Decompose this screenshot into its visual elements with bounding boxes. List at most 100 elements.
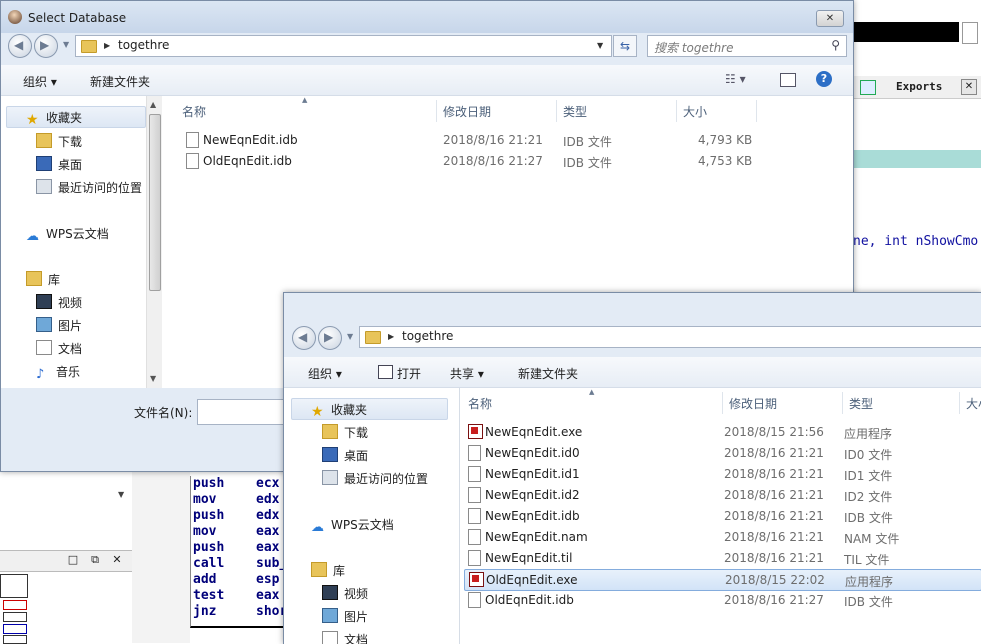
column-header-modified[interactable]: 修改日期 [443, 103, 491, 120]
forward-arrow-icon: ▶ [40, 38, 50, 52]
nav-item-recent[interactable]: 最近访问的位置 [322, 470, 428, 487]
nav-item-pictures[interactable]: 图片 [322, 608, 368, 625]
column-divider[interactable] [556, 100, 557, 122]
search-input[interactable]: 搜索 togethre ⚲ [647, 35, 847, 57]
search-icon[interactable]: ⚲ [831, 38, 840, 52]
exe-file-icon [468, 424, 483, 439]
nav-item-recent[interactable]: 最近访问的位置 [36, 179, 142, 196]
new-folder-button[interactable]: 新建文件夹 [518, 365, 578, 382]
folder-icon [81, 40, 97, 53]
nav-item-videos[interactable]: 视频 [322, 585, 368, 602]
file-row[interactable]: OldEqnEdit.idb 2018/8/16 21:27 IDB 文件 [464, 590, 980, 610]
float-icon[interactable]: ⧉ [88, 553, 102, 567]
preview-pane-icon[interactable] [780, 73, 796, 87]
address-bar[interactable]: ▶ togethre ▼ [75, 35, 612, 57]
nav-item-videos[interactable]: 视频 [36, 294, 82, 311]
file-row[interactable]: NewEqnEdit.til 2018/8/16 21:21 TIL 文件 [464, 548, 980, 568]
file-row[interactable]: NewEqnEdit.idb 2018/8/16 21:21 IDB 文件 4,… [182, 130, 762, 150]
column-divider[interactable] [436, 100, 437, 122]
exports-tab[interactable]: Exports [896, 80, 942, 93]
column-header-type[interactable]: 类型 [849, 395, 873, 412]
cloud-icon: ☁ [311, 520, 324, 535]
file-row[interactable]: NewEqnEdit.id2 2018/8/16 21:21 ID2 文件 [464, 485, 980, 505]
address-bar[interactable]: ▶ togethre [359, 326, 981, 348]
asm-line: push ecx [193, 476, 280, 491]
back-button[interactable]: ◀ [292, 326, 316, 350]
forward-button[interactable]: ▶ [318, 326, 342, 350]
nav-item-downloads[interactable]: 下载 [322, 424, 368, 441]
nav-item-wps[interactable]: ☁ WPS云文档 [311, 516, 394, 535]
nav-scrollbar[interactable]: ▲ ▼ [146, 96, 162, 388]
file-row[interactable]: NewEqnEdit.exe 2018/8/15 21:56 应用程序 [464, 422, 980, 442]
new-folder-button[interactable]: 新建文件夹 [90, 73, 150, 90]
filename-label: 文件名(N): [134, 406, 193, 420]
ida-asm-block[interactable]: push ecx mov edx push edx mov eax push eax ca… [190, 476, 292, 628]
scroll-down-icon[interactable]: ▼ [150, 374, 156, 383]
breadcrumb-folder[interactable]: togethre [118, 38, 169, 52]
file-modified: 2018/8/16 21:21 [724, 446, 824, 460]
file-name: NewEqnEdit.idb [203, 133, 298, 147]
file-row[interactable]: OldEqnEdit.exe 2018/8/15 22:02 应用程序 [464, 569, 981, 591]
forward-button[interactable]: ▶ [34, 34, 58, 58]
scroll-up-icon[interactable]: ▲ [150, 100, 156, 109]
back-arrow-icon: ◀ [14, 38, 24, 52]
nav-item-favorites[interactable]: ★ 收藏夹 [26, 109, 82, 128]
close-button[interactable]: ✕ [816, 10, 844, 27]
file-row[interactable]: NewEqnEdit.id1 2018/8/16 21:21 ID1 文件 [464, 464, 980, 484]
file-row[interactable]: NewEqnEdit.id0 2018/8/16 21:21 ID0 文件 [464, 443, 980, 463]
nav-item-music[interactable]: ♪ 音乐 [36, 363, 80, 382]
nav-item-downloads[interactable]: 下载 [36, 133, 82, 150]
column-divider[interactable] [756, 100, 757, 122]
column-divider[interactable] [842, 392, 843, 414]
address-dropdown-icon[interactable]: ▼ [597, 41, 603, 50]
ida-graph-overview[interactable] [0, 572, 32, 644]
graph-node [0, 574, 28, 598]
file-row[interactable]: OldEqnEdit.idb 2018/8/16 21:27 IDB 文件 4,… [182, 151, 762, 171]
breadcrumb-folder[interactable]: togethre [402, 329, 453, 343]
back-button[interactable]: ◀ [8, 34, 32, 58]
help-icon[interactable]: ? [816, 71, 832, 87]
nav-item-documents[interactable]: 文档 [36, 340, 82, 357]
file-row[interactable]: NewEqnEdit.idb 2018/8/16 21:21 IDB 文件 [464, 506, 980, 526]
ida-left-scroll[interactable]: ▼ [114, 478, 130, 508]
scroll-thumb[interactable] [149, 114, 161, 291]
breadcrumb-arrow-icon[interactable]: ▶ [388, 332, 394, 341]
refresh-button[interactable]: ⇆ [613, 35, 637, 57]
nav-item-desktop[interactable]: 桌面 [322, 447, 368, 464]
file-icon [468, 445, 481, 461]
nav-item-favorites[interactable]: ★ 收藏夹 [311, 401, 367, 420]
ida-toolbar-box[interactable] [962, 22, 978, 44]
column-header-modified[interactable]: 修改日期 [729, 395, 777, 412]
column-divider[interactable] [676, 100, 677, 122]
scroll-down-icon[interactable]: ▼ [118, 490, 124, 499]
column-divider[interactable] [959, 392, 960, 414]
share-button[interactable]: 共享 ▾ [450, 365, 484, 382]
restore-icon[interactable]: □ [66, 553, 80, 567]
column-header-size[interactable]: 大小 [966, 395, 981, 412]
nav-label: 下载 [344, 426, 369, 440]
nav-item-libraries[interactable]: 库 [26, 271, 60, 288]
close-icon[interactable]: ✕ [110, 553, 124, 567]
file-icon [468, 487, 481, 503]
nav-item-pictures[interactable]: 图片 [36, 317, 82, 334]
view-options-icon[interactable]: ☷ ▾ [725, 72, 746, 86]
open-button[interactable]: 打开 [397, 365, 421, 382]
column-header-name[interactable]: 名称 [468, 395, 492, 412]
breadcrumb-arrow-icon[interactable]: ▶ [104, 41, 110, 50]
nav-label: 图片 [344, 610, 369, 624]
file-row[interactable]: NewEqnEdit.nam 2018/8/16 21:21 NAM 文件 [464, 527, 980, 547]
organize-button[interactable]: 组织 ▾ [23, 73, 57, 90]
exports-close-icon[interactable]: ✕ [961, 79, 977, 95]
organize-button[interactable]: 组织 ▾ [308, 365, 342, 382]
column-header-size[interactable]: 大小 [683, 103, 707, 120]
nav-item-documents[interactable]: 文档 [322, 631, 368, 644]
recent-pages-icon[interactable]: ▼ [63, 40, 69, 49]
nav-item-wps[interactable]: ☁ WPS云文档 [26, 225, 109, 244]
nav-item-libraries[interactable]: 库 [311, 562, 345, 579]
column-divider[interactable] [722, 392, 723, 414]
nav-item-desktop[interactable]: 桌面 [36, 156, 82, 173]
column-header-type[interactable]: 类型 [563, 103, 587, 120]
column-header-name[interactable]: 名称 [182, 103, 206, 120]
ida-highlight-line [853, 150, 981, 168]
recent-pages-icon[interactable]: ▼ [347, 332, 353, 341]
